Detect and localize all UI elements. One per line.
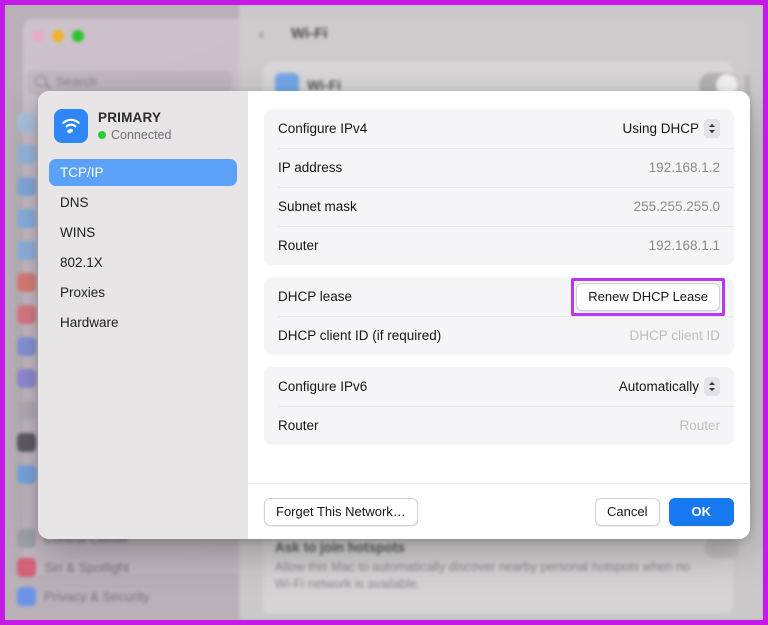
popup-value: Using DHCP: [622, 121, 699, 136]
row-value: 192.168.1.2: [648, 160, 720, 175]
sidebar-item-label: Proxies: [60, 285, 106, 300]
row-label: Subnet mask: [278, 199, 357, 214]
sidebar-item-hardware[interactable]: Hardware: [49, 309, 237, 336]
ipv6-group: Configure IPv6 Automatically Router Rout…: [264, 367, 734, 445]
renew-dhcp-lease-wrapper: Renew DHCP Lease: [571, 277, 725, 316]
sidebar-item-wins[interactable]: WINS: [49, 219, 237, 246]
sidebar-item-label: DNS: [60, 195, 89, 210]
annotated-frame-inner: Search Control Center Siri & Spotlight P…: [5, 5, 763, 620]
close-button[interactable]: [32, 30, 44, 42]
sidebar-item-label: WINS: [60, 225, 96, 240]
row-router-ipv4: Router 192.168.1.1: [264, 226, 734, 265]
sidebar-icon-9: [17, 369, 36, 388]
page-title: Wi-Fi: [291, 25, 328, 42]
sidebar-icon-siri: [17, 558, 36, 577]
row-label: Router: [278, 238, 319, 253]
sidebar-icon-8: [17, 337, 36, 356]
hotspot-title: Ask to join hotspots: [275, 540, 405, 555]
sidebar-icon-privacy: [17, 587, 36, 606]
chevron-updown-icon: [704, 377, 720, 396]
sidebar-item-proxies[interactable]: Proxies: [49, 279, 237, 306]
hotspot-description: Allow this Mac to automatically discover…: [275, 560, 690, 591]
sidebar-icon-12: [17, 465, 36, 484]
cancel-button[interactable]: Cancel: [595, 497, 660, 526]
network-text: PRIMARY Connected: [98, 110, 171, 142]
sidebar-item-tcpip[interactable]: TCP/IP: [49, 159, 237, 186]
sidebar-icon-6: [17, 273, 36, 292]
wifi-icon: [54, 109, 88, 143]
router-ipv6-input[interactable]: Router: [679, 418, 720, 433]
row-value: 255.255.255.0: [633, 199, 720, 214]
row-subnet-mask: Subnet mask 255.255.255.0: [264, 187, 734, 226]
back-chevron-icon[interactable]: ‹: [259, 26, 264, 43]
sidebar-icon-control-center: [17, 529, 36, 548]
renew-dhcp-lease-button[interactable]: Renew DHCP Lease: [576, 282, 720, 311]
sidebar-icon-7: [17, 305, 36, 324]
ipv4-group: Configure IPv4 Using DHCP IP address 192…: [264, 109, 734, 265]
ok-button[interactable]: OK: [668, 497, 734, 526]
row-configure-ipv4: Configure IPv4 Using DHCP: [264, 109, 734, 148]
sheet-main-pane: Configure IPv4 Using DHCP IP address 192…: [248, 91, 750, 539]
sidebar-item-privacy-security[interactable]: Privacy & Security: [44, 589, 149, 604]
hotspot-toggle-switch[interactable]: [705, 538, 739, 558]
configure-ipv6-popup[interactable]: Automatically: [619, 377, 720, 396]
sheet-sidebar: PRIMARY Connected TCP/IP DNS WINS 802.1X…: [38, 91, 248, 539]
sidebar-icon-2: [17, 145, 36, 164]
sidebar-item-label: TCP/IP: [60, 165, 104, 180]
popup-value: Automatically: [618, 379, 699, 394]
forget-this-network-button[interactable]: Forget This Network…: [264, 497, 418, 526]
sidebar-icon-11: [17, 433, 36, 452]
footer-actions: Cancel OK: [595, 497, 734, 526]
sidebar-icon-4: [17, 209, 36, 228]
sidebar-item-dns[interactable]: DNS: [49, 189, 237, 216]
row-router-ipv6: Router Router: [264, 406, 734, 445]
sheet-footer: Forget This Network… Cancel OK: [248, 483, 750, 539]
search-icon: [35, 75, 47, 87]
sidebar-icon-5: [17, 241, 36, 260]
row-configure-ipv6: Configure IPv6 Automatically: [264, 367, 734, 406]
sidebar-icon-10: [17, 401, 36, 420]
search-placeholder: Search: [56, 74, 98, 89]
screenshot-root: Search Control Center Siri & Spotlight P…: [0, 0, 768, 625]
row-label: DHCP lease: [278, 289, 353, 304]
row-value: 192.168.1.1: [648, 238, 720, 253]
row-dhcp-lease: DHCP lease Renew DHCP Lease: [264, 277, 734, 316]
network-status-row: Connected: [98, 128, 171, 142]
network-header: PRIMARY Connected: [38, 109, 248, 143]
sidebar-icon-1: [17, 113, 36, 132]
row-label: Configure IPv4: [278, 121, 368, 136]
network-status: Connected: [111, 128, 172, 142]
row-label: Configure IPv6: [278, 379, 368, 394]
dhcp-group: DHCP lease Renew DHCP Lease DHCP client …: [264, 277, 734, 355]
settings-list: Configure IPv4 Using DHCP IP address 192…: [248, 91, 750, 483]
sidebar-item-siri-spotlight[interactable]: Siri & Spotlight: [44, 560, 129, 575]
zoom-button[interactable]: [72, 30, 84, 42]
sidebar-item-8021x[interactable]: 802.1X: [49, 249, 237, 276]
row-label: DHCP client ID (if required): [278, 328, 442, 343]
chevron-updown-icon: [704, 119, 720, 138]
row-dhcp-client-id: DHCP client ID (if required) DHCP client…: [264, 316, 734, 355]
sidebar-item-label: Hardware: [60, 315, 119, 330]
row-label: Router: [278, 418, 319, 433]
row-ip-address: IP address 192.168.1.2: [264, 148, 734, 187]
minimize-button[interactable]: [52, 30, 64, 42]
dhcp-client-id-input[interactable]: DHCP client ID: [629, 328, 720, 343]
row-label: IP address: [278, 160, 343, 175]
network-details-sheet: PRIMARY Connected TCP/IP DNS WINS 802.1X…: [38, 91, 750, 539]
sidebar-icon-3: [17, 177, 36, 196]
configure-ipv4-popup[interactable]: Using DHCP: [622, 119, 720, 138]
network-name: PRIMARY: [98, 110, 162, 125]
sidebar-item-label: 802.1X: [60, 255, 103, 270]
status-dot-icon: [98, 131, 106, 139]
